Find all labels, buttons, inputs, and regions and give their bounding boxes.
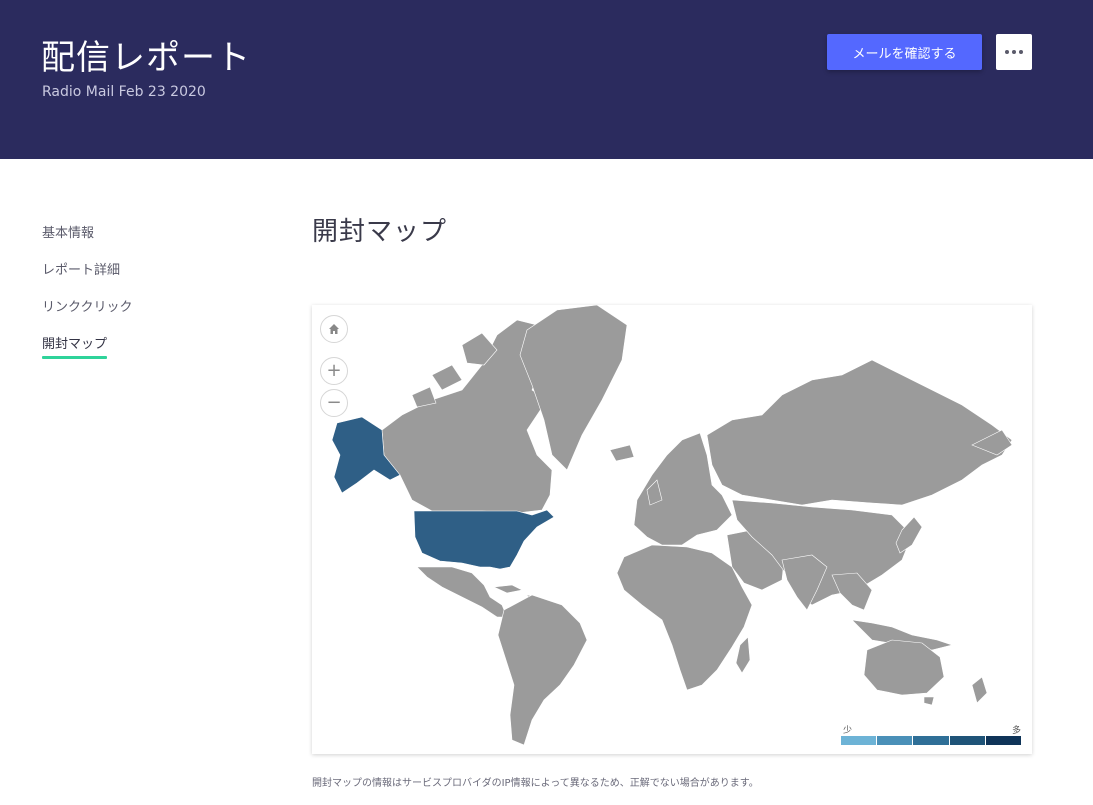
- continent-south-america: [497, 594, 588, 746]
- country-mexico: [416, 566, 508, 618]
- legend-high-label: 多: [1011, 726, 1021, 736]
- sidebar-item-basic-info[interactable]: 基本情報: [42, 226, 242, 263]
- sidebar-nav: 基本情報 レポート詳細 リンククリック 開封マップ: [42, 226, 242, 374]
- page-subtitle: Radio Mail Feb 23 2020: [42, 84, 206, 100]
- sidebar-item-label: 開封マップ: [42, 337, 108, 359]
- legend-swatch: [841, 736, 877, 745]
- country-usa: [413, 509, 555, 570]
- world-map[interactable]: [312, 305, 1032, 754]
- zoom-in-icon: +: [326, 360, 342, 381]
- country-greenland: [519, 305, 628, 471]
- open-map-card: + − 少 多: [312, 305, 1032, 754]
- report-header: 配信レポート Radio Mail Feb 23 2020 メールを確認する: [0, 0, 1093, 159]
- legend-swatch: [913, 736, 949, 745]
- map-zoom-out-button[interactable]: −: [320, 389, 348, 417]
- more-horizontal-icon: [1005, 50, 1009, 54]
- more-options-button[interactable]: [996, 34, 1032, 70]
- sidebar-item-report-details[interactable]: レポート詳細: [42, 263, 242, 300]
- home-icon: [329, 324, 339, 334]
- map-home-button[interactable]: [320, 315, 348, 343]
- country-russia: [706, 359, 1013, 506]
- sidebar-item-link-clicks[interactable]: リンククリック: [42, 300, 242, 337]
- country-india: [781, 554, 828, 611]
- more-dot: [1012, 50, 1016, 54]
- more-dot: [1019, 50, 1023, 54]
- sidebar-item-label: 基本情報: [42, 226, 95, 241]
- legend-swatch: [877, 736, 913, 745]
- map-zoom-in-button[interactable]: +: [320, 357, 348, 385]
- legend-swatch: [949, 736, 985, 745]
- zoom-out-icon: −: [326, 392, 342, 413]
- map-legend: 少 多: [841, 723, 1023, 747]
- sidebar-item-open-map[interactable]: 開封マップ: [42, 337, 242, 374]
- view-mail-button[interactable]: メールを確認する: [827, 34, 982, 70]
- page-title: 配信レポート: [41, 38, 251, 78]
- sidebar-item-label: リンククリック: [42, 300, 133, 315]
- map-footnote: 開封マップの情報はサービスプロバイダのIP情報によって異なるため、正解でない場合…: [312, 778, 759, 789]
- legend-low-label: 少: [843, 726, 853, 736]
- section-title: 開封マップ: [312, 217, 448, 247]
- legend-color-scale: [841, 736, 1022, 745]
- legend-swatch: [985, 736, 1022, 745]
- sidebar-item-label: レポート詳細: [42, 263, 121, 278]
